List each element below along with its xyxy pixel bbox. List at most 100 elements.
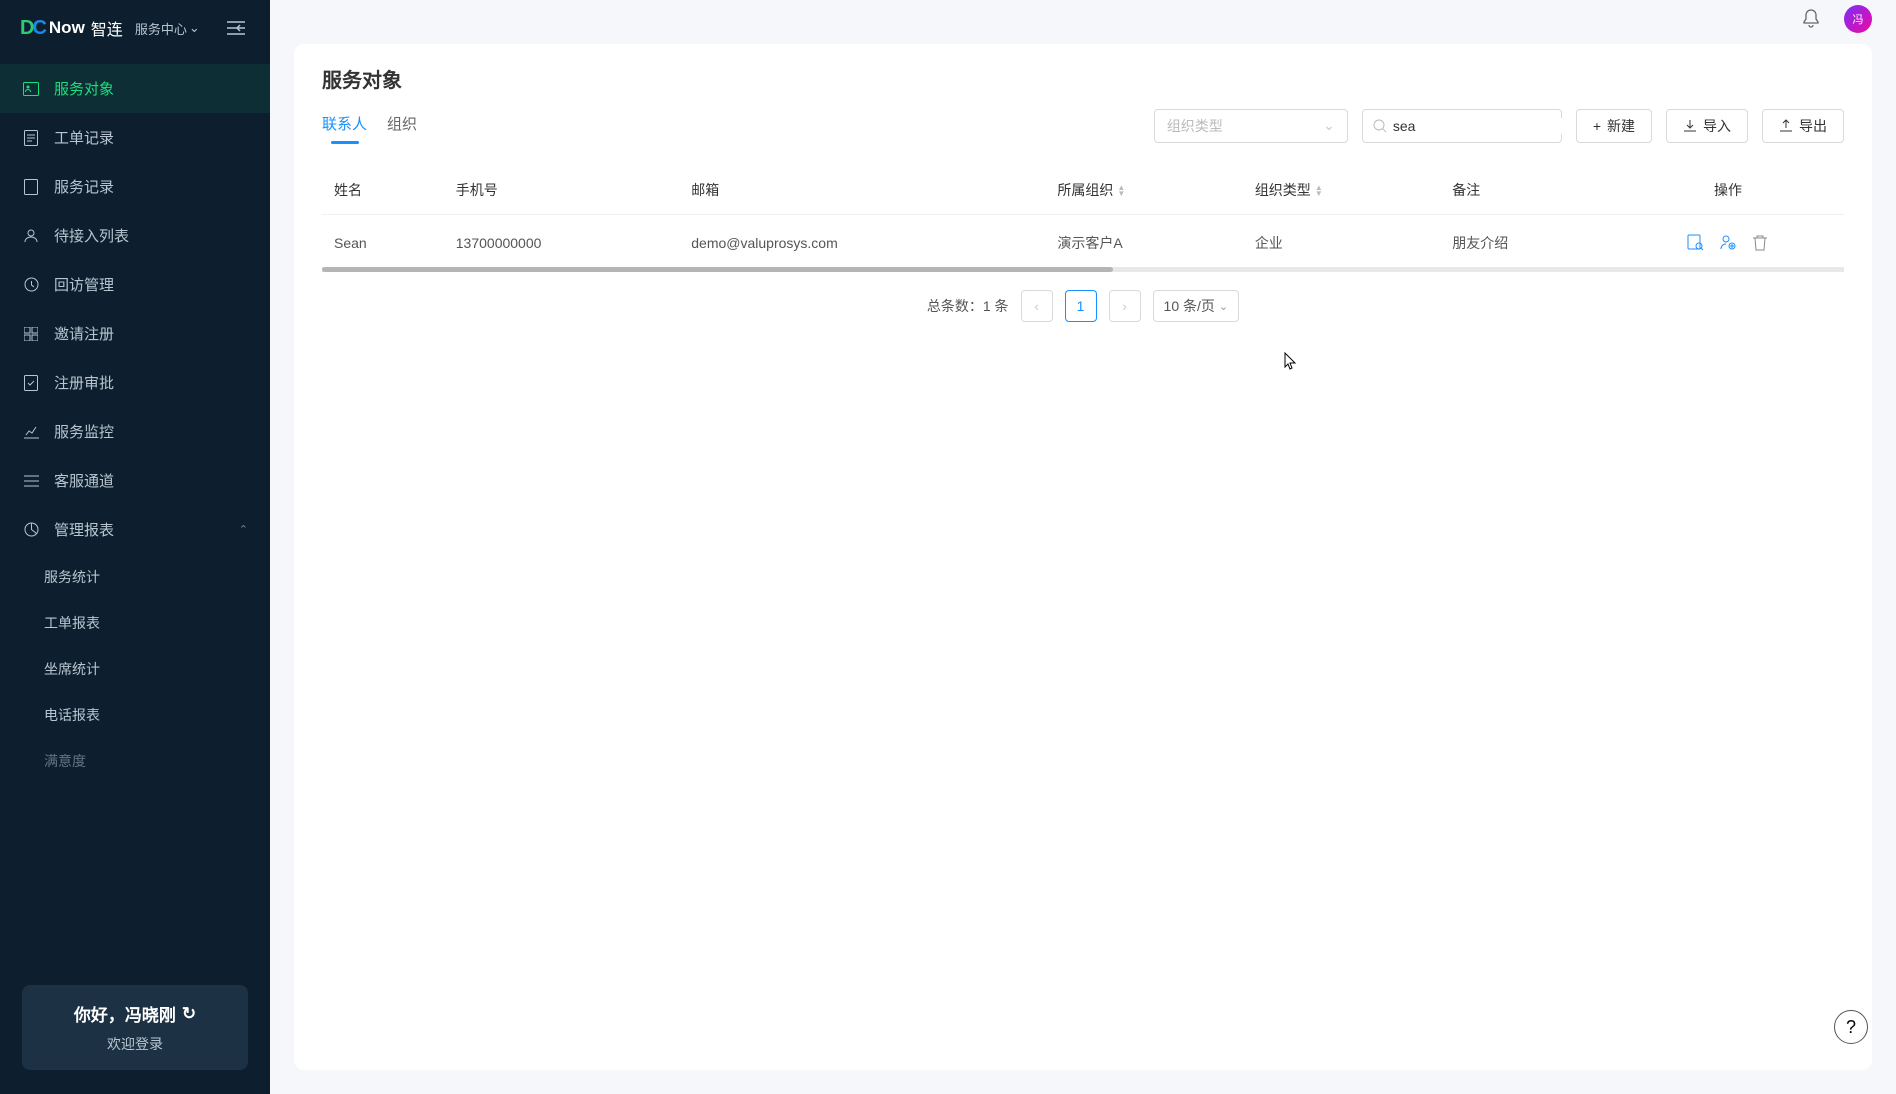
plus-icon: + (1593, 118, 1601, 134)
nav-satisfaction[interactable]: 满意度 (44, 738, 270, 784)
nav-monitor[interactable]: 服务监控 (0, 407, 270, 456)
logo-now: Now (49, 18, 85, 38)
clock-icon (22, 276, 40, 294)
col-email: 邮箱 (679, 166, 1045, 215)
nav-invite[interactable]: 邀请注册 (0, 309, 270, 358)
chevron-down-icon: ⌄ (1323, 117, 1335, 134)
sidebar-header: D C Now 智连 服务中心 ⌄ (0, 0, 270, 56)
tab-contacts[interactable]: 联系人 (322, 107, 367, 144)
row-actions (1624, 233, 1832, 253)
nav-reports[interactable]: 管理报表 ⌃ (0, 505, 270, 554)
search-input[interactable] (1393, 118, 1574, 134)
logo: D C Now 智连 (20, 16, 123, 40)
page-1-button[interactable]: 1 (1065, 290, 1097, 322)
nav-service-stats[interactable]: 服务统计 (44, 554, 270, 600)
nav-label: 管理报表 (54, 519, 114, 540)
nav-pending-list[interactable]: 待接入列表 (0, 211, 270, 260)
sidebar: D C Now 智连 服务中心 ⌄ 服务对象 工单记录 (0, 0, 270, 1094)
refresh-icon[interactable]: ↻ (182, 1004, 196, 1024)
nav-phone-report[interactable]: 电话报表 (44, 692, 270, 738)
service-center-dropdown[interactable]: 服务中心 ⌄ (135, 19, 200, 38)
col-name: 姓名 (322, 166, 444, 215)
col-org[interactable]: 所属组织▲▼ (1045, 166, 1242, 215)
sort-icon: ▲▼ (1315, 185, 1323, 197)
import-icon (1683, 119, 1697, 133)
document-icon (22, 129, 40, 147)
nav-label: 注册审批 (54, 372, 114, 393)
header: 冯 (270, 0, 1896, 38)
sort-icon: ▲▼ (1117, 185, 1125, 197)
chevron-up-icon: ⌃ (239, 523, 248, 536)
import-button[interactable]: 导入 (1666, 109, 1748, 143)
view-icon[interactable] (1686, 233, 1706, 253)
nav-agent-stats[interactable]: 坐席统计 (44, 646, 270, 692)
grid-icon (22, 325, 40, 343)
nav-label: 工单报表 (44, 613, 100, 633)
tabs-row: 联系人 组织 组织类型 ⌄ + 新建 (322, 107, 1844, 144)
cell-org: 演示客户A (1045, 215, 1242, 272)
nav-label: 待接入列表 (54, 225, 129, 246)
org-type-select[interactable]: 组织类型 ⌄ (1154, 109, 1348, 143)
nav-callback[interactable]: 回访管理 (0, 260, 270, 309)
chart-icon (22, 423, 40, 441)
nav-label: 服务对象 (54, 78, 114, 99)
notifications-button[interactable] (1796, 4, 1826, 34)
page-size-select[interactable]: 10 条/页 ⌄ (1153, 290, 1240, 322)
nav-label: 邀请注册 (54, 323, 114, 344)
total-count: 总条数：1 条 (927, 296, 1009, 316)
list-icon (22, 472, 40, 490)
search-box[interactable] (1362, 109, 1562, 143)
id-card-icon (22, 80, 40, 98)
nav-label: 服务统计 (44, 567, 100, 587)
next-page-button[interactable]: › (1109, 290, 1141, 322)
export-button[interactable]: 导出 (1762, 109, 1844, 143)
logo-c-icon: C (32, 17, 46, 40)
nav-ticket-report[interactable]: 工单报表 (44, 600, 270, 646)
pagination: 总条数：1 条 ‹ 1 › 10 条/页 ⌄ (322, 290, 1844, 322)
toolbar: 组织类型 ⌄ + 新建 导入 (1154, 109, 1844, 143)
prev-page-button[interactable]: ‹ (1021, 290, 1053, 322)
tab-organization[interactable]: 组织 (387, 107, 417, 144)
col-actions: 操作 (1612, 166, 1844, 215)
tabs: 联系人 组织 (322, 107, 417, 144)
nav-label: 服务监控 (54, 421, 114, 442)
collapse-sidebar-button[interactable] (222, 14, 250, 42)
user-welcome: 欢迎登录 (40, 1034, 230, 1054)
new-button[interactable]: + 新建 (1576, 109, 1652, 143)
table-row: Sean 13700000000 demo@valuprosys.com 演示客… (322, 215, 1844, 272)
select-placeholder: 组织类型 (1167, 116, 1223, 136)
table: 姓名 手机号 邮箱 所属组织▲▼ 组织类型▲▼ 备注 操作 Sean 13700 (322, 166, 1844, 272)
export-icon (1779, 119, 1793, 133)
nav-ticket-record[interactable]: 工单记录 (0, 113, 270, 162)
chevron-down-icon: ⌄ (1219, 300, 1228, 313)
nav-label: 服务记录 (54, 176, 114, 197)
nav: 服务对象 工单记录 服务记录 待接入列表 回访管理 邀请注册 (0, 56, 270, 967)
nav-service-record[interactable]: 服务记录 (0, 162, 270, 211)
delete-icon[interactable] (1750, 233, 1770, 253)
nav-approval[interactable]: 注册审批 (0, 358, 270, 407)
help-button[interactable]: ? (1834, 1010, 1868, 1044)
user-card: 你好，冯晓刚 ↻ 欢迎登录 (22, 985, 248, 1070)
nav-channel[interactable]: 客服通道 (0, 456, 270, 505)
nav-label: 满意度 (44, 751, 86, 771)
search-icon (1373, 119, 1387, 133)
nav-label: 坐席统计 (44, 659, 100, 679)
user-edit-icon[interactable] (1718, 233, 1738, 253)
user-icon (22, 227, 40, 245)
cell-remark: 朋友介绍 (1440, 215, 1612, 272)
pie-icon (22, 521, 40, 539)
col-org-type[interactable]: 组织类型▲▼ (1243, 166, 1440, 215)
cell-name: Sean (322, 215, 444, 272)
horizontal-scrollbar[interactable] (322, 267, 1844, 272)
nav-label: 客服通道 (54, 470, 114, 491)
chevron-down-icon: ⌄ (189, 20, 200, 36)
table-header-row: 姓名 手机号 邮箱 所属组织▲▼ 组织类型▲▼ 备注 操作 (322, 166, 1844, 215)
nav-label: 工单记录 (54, 127, 114, 148)
col-remark: 备注 (1440, 166, 1612, 215)
cell-org-type: 企业 (1243, 215, 1440, 272)
avatar[interactable]: 冯 (1844, 5, 1872, 33)
cell-email: demo@valuprosys.com (679, 215, 1045, 272)
nav-service-object[interactable]: 服务对象 (0, 64, 270, 113)
check-doc-icon (22, 374, 40, 392)
content: 服务对象 联系人 组织 组织类型 ⌄ + (294, 44, 1872, 1070)
